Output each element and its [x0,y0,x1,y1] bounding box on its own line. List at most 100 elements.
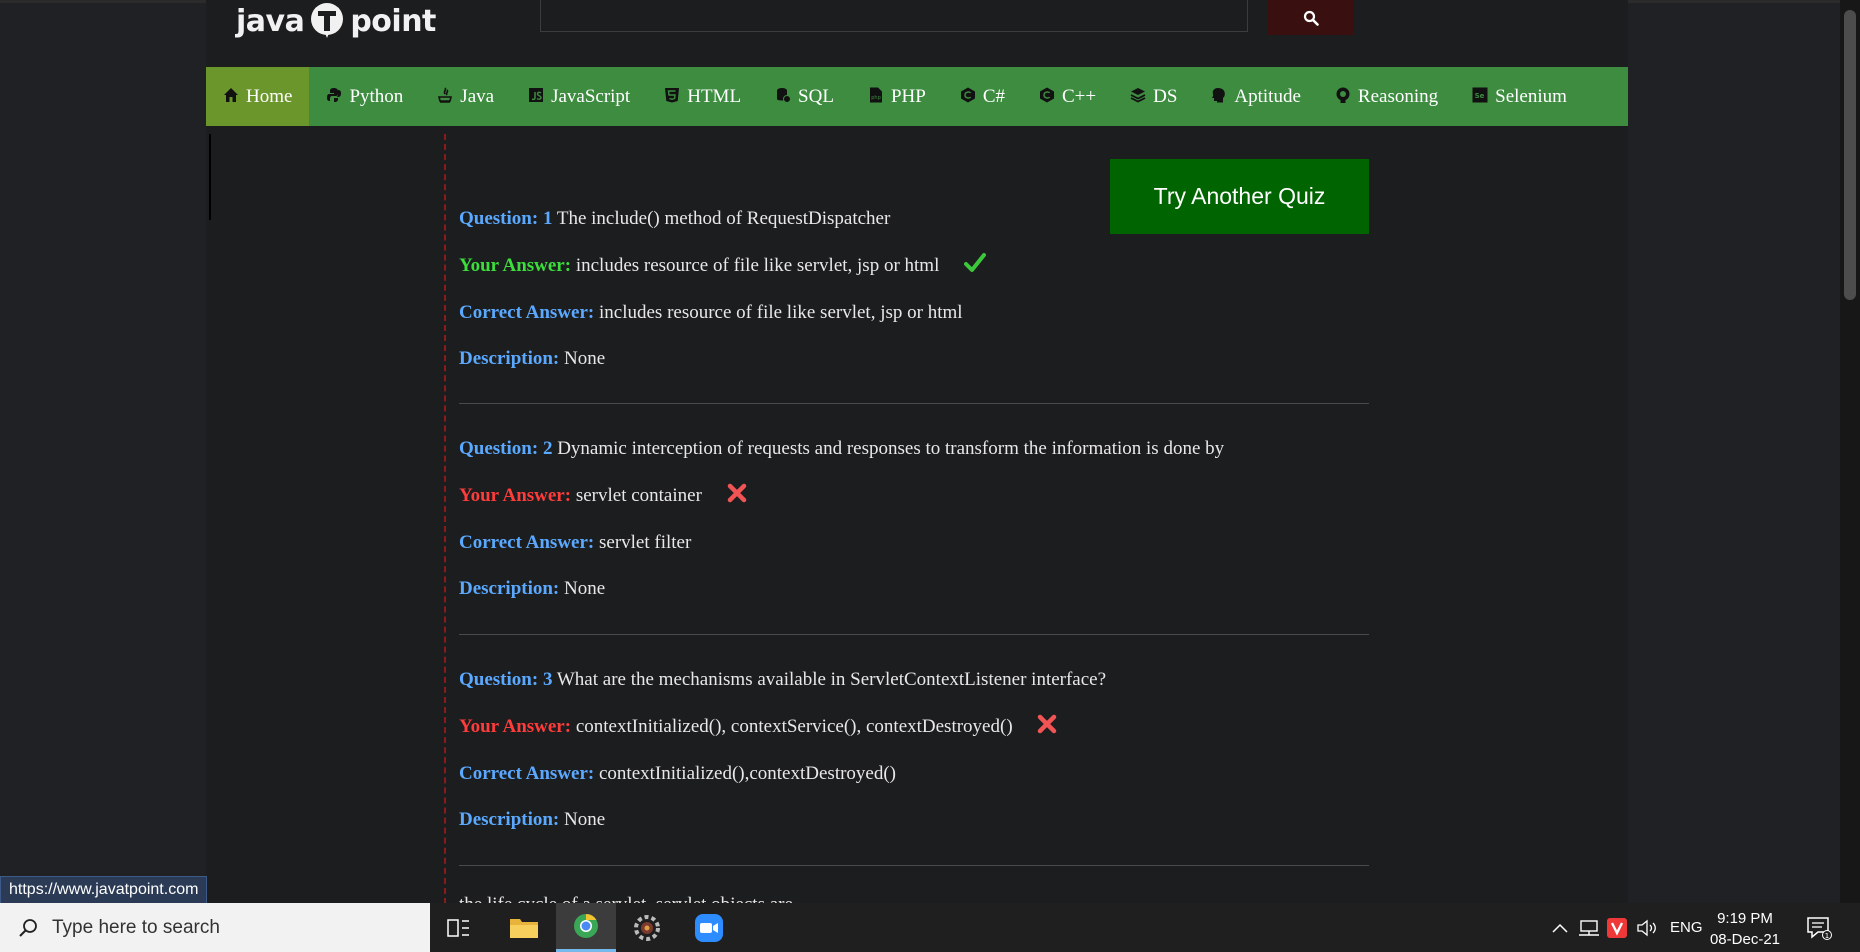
java-icon [438,86,453,103]
correct-answer-label: Correct Answer: [459,763,595,784]
chrome-icon [574,914,598,938]
nav-item-csharp[interactable]: C# [943,67,1022,126]
notification-icon: 1 [1807,916,1832,940]
nav-label: JavaScript [551,85,631,107]
tray-volume[interactable] [1636,903,1658,952]
description-text: None [564,578,606,599]
question-1: Question: 1 The include() method of Requ… [459,208,890,230]
task-view-icon [447,918,469,937]
nav-label: HTML [687,85,742,107]
nav-label: Java [460,85,495,107]
settings-app-button[interactable] [617,903,677,952]
nav-item-python[interactable]: Python [309,67,420,126]
nav-item-html[interactable]: HTML [647,67,758,126]
notification-count: 1 [1825,932,1829,940]
reasoning-icon [1336,87,1350,103]
php-icon: php [869,87,882,102]
checkmark-icon [964,252,987,272]
correct-answer-text: contextInitialized(),contextDestroyed() [599,763,897,784]
logo-text-java: java [236,3,305,39]
description-3: Description: None [459,809,605,831]
clock-date: 08-Dec-21 [1709,931,1781,948]
csharp-icon [960,87,975,102]
site-search-input[interactable] [540,0,1248,32]
aptitude-icon [1212,87,1226,102]
correct-answer-3: Correct Answer: contextInitialized(),con… [459,763,896,785]
svg-text:Se: Se [1475,92,1485,100]
site-search-button[interactable] [1268,0,1354,35]
zoom-button[interactable] [679,903,739,952]
nav-item-ds[interactable]: DS [1113,67,1194,126]
nav-label: SQL [798,85,834,107]
cross-icon [727,483,746,502]
question-divider [459,634,1369,635]
nav-item-php[interactable]: php PHP [851,67,943,126]
selenium-icon: Se [1472,87,1488,102]
nav-label: PHP [890,85,926,107]
file-explorer-button[interactable] [494,903,554,952]
python-icon [327,87,342,102]
nav-item-sql[interactable]: SQL [758,67,851,126]
description-label: Description: [459,809,560,830]
description-text: None [564,348,606,369]
your-answer-1: Your Answer: includes resource of file l… [459,252,987,278]
nav-item-reasoning[interactable]: Reasoning [1318,67,1455,126]
network-icon [1579,919,1599,936]
correct-answer-2: Correct Answer: servlet filter [459,532,691,554]
nav-item-aptitude[interactable]: Aptitude [1194,67,1318,126]
correct-answer-label: Correct Answer: [459,532,595,553]
ds-icon [1130,87,1146,103]
nav-label: Aptitude [1234,85,1301,107]
nav-label: C# [982,85,1005,107]
task-view-button[interactable] [429,903,489,952]
nav-label: C++ [1062,85,1097,107]
zoom-icon [695,913,723,942]
your-answer-3: Your Answer: contextInitialized(), conte… [459,714,1057,738]
correct-answer-1: Correct Answer: includes resource of fil… [459,302,963,324]
tray-network[interactable] [1578,903,1600,952]
tray-language[interactable]: ENG [1670,903,1703,952]
description-text: None [564,809,606,830]
svg-text:php: php [871,95,881,101]
cpp-icon [1040,87,1054,102]
question-text: What are the mechanisms available in Ser… [556,669,1107,690]
nav-label: Python [349,85,404,107]
question-label: Question: 2 [459,438,553,459]
description-1: Description: None [459,348,605,370]
nav-label: Home [246,85,293,107]
status-url-tooltip: https://www.javatpoint.com [0,876,208,904]
question-label: Question: 1 [459,208,553,229]
your-answer-2: Your Answer: servlet container [459,483,747,507]
next-question-partial: the life cycle of a servlet, servlet obj… [459,894,793,903]
nav-item-javascript[interactable]: JavaScript [511,67,647,126]
search-icon [19,918,37,937]
try-another-quiz-button[interactable]: Try Another Quiz [1110,159,1369,234]
tray-clock[interactable]: 9:19 PM 08-Dec-21 [1700,908,1790,950]
chrome-button[interactable] [556,903,616,952]
windows-taskbar: Type here to search ENG 9:19 PM 08-Dec-2… [0,903,1860,952]
search-icon [1303,10,1319,26]
nav-item-java[interactable]: Java [420,67,511,126]
tray-chevron[interactable] [1552,903,1568,952]
nav-item-home[interactable]: Home [206,67,310,126]
vivaldi-icon [1607,917,1627,938]
nav-item-cpp[interactable]: C++ [1022,67,1113,126]
site-logo[interactable]: java point [236,0,436,42]
logo-text-point: point [350,3,436,39]
scrollbar-thumb[interactable] [1844,10,1856,300]
settings-app-icon [634,914,660,941]
tray-notifications[interactable]: 1 [1806,903,1832,952]
taskbar-search-box[interactable]: Type here to search [0,903,430,952]
cross-icon [1038,714,1057,733]
html5-icon [665,87,680,102]
correct-answer-label: Correct Answer: [459,302,595,323]
tray-vivaldi[interactable] [1607,903,1627,952]
taskbar-search-placeholder: Type here to search [52,916,220,938]
question-text: The include() method of RequestDispatche… [556,208,891,229]
nav-item-selenium[interactable]: Se Selenium [1455,67,1584,126]
question-divider [459,403,1369,404]
main-nav: Home Python Java JavaScript HTML SQL php… [206,67,1628,126]
nav-label: Selenium [1495,85,1567,107]
your-answer-label: Your Answer: [459,255,572,276]
question-divider [459,865,1369,866]
